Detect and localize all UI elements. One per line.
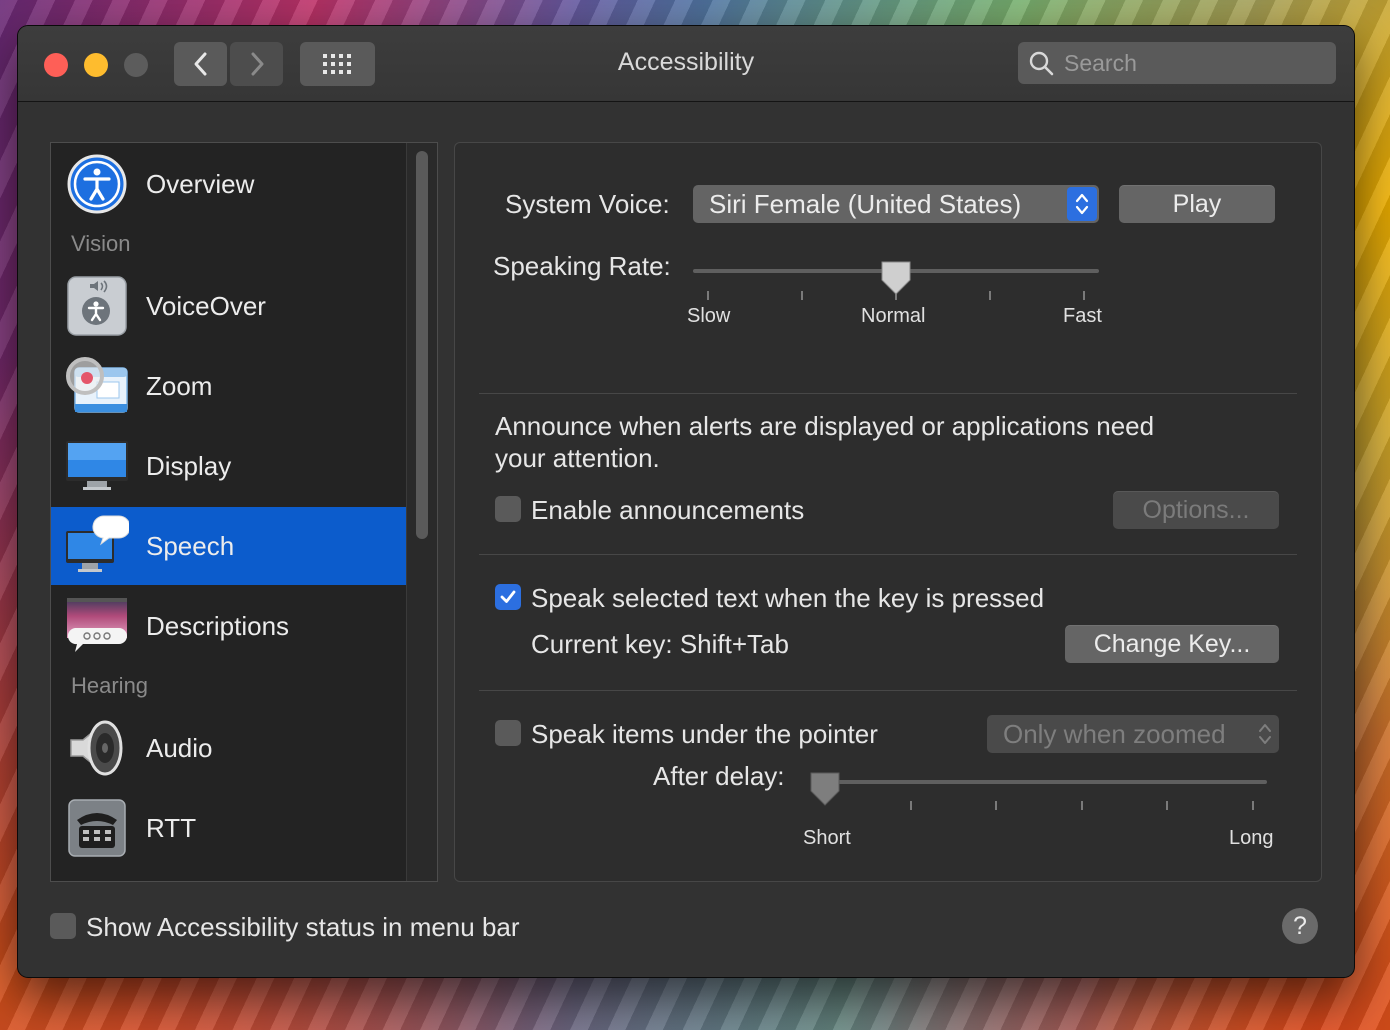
slider-tick	[1083, 291, 1085, 300]
slider-tick	[801, 291, 803, 300]
sidebar-item-descriptions[interactable]: Descriptions	[51, 587, 406, 665]
slider-tick	[707, 291, 709, 300]
pointer-mode-value: Only when zoomed	[1003, 718, 1226, 749]
sidebar-item-label: Zoom	[146, 370, 213, 401]
rate-slow-label: Slow	[687, 305, 731, 327]
search-icon	[1028, 50, 1054, 76]
speaking-rate-label: Speaking Rate:	[493, 251, 671, 281]
sidebar-item-display[interactable]: Display	[51, 427, 406, 505]
divider	[479, 393, 1297, 394]
play-button[interactable]: Play	[1119, 185, 1275, 223]
scrollbar-thumb[interactable]	[416, 151, 428, 539]
sidebar-item-label: Display	[146, 450, 232, 481]
speak-pointer-checkbox[interactable]	[495, 720, 521, 746]
sidebar-item-label: Descriptions	[146, 610, 290, 641]
voiceover-icon	[65, 274, 129, 338]
updown-arrows-icon	[1257, 721, 1273, 754]
speak-selected-text-checkbox[interactable]	[495, 584, 521, 610]
slider-knob[interactable]	[808, 770, 842, 813]
status-menu-checkbox[interactable]	[50, 913, 76, 939]
descriptions-icon	[65, 594, 129, 658]
change-key-button[interactable]: Change Key...	[1065, 625, 1279, 663]
system-voice-popup[interactable]: Siri Female (United States)	[693, 185, 1099, 223]
sidebar-item-voiceover[interactable]: VoiceOver	[51, 267, 406, 345]
sidebar-item-audio[interactable]: Audio	[51, 709, 406, 787]
announce-description-line2: your attention.	[495, 443, 660, 473]
slider-tick	[1166, 801, 1168, 810]
delay-long-label: Long	[1229, 827, 1274, 849]
slider-tick	[1081, 801, 1083, 810]
slider-tick	[995, 801, 997, 810]
rate-fast-label: Fast	[1063, 305, 1102, 327]
sidebar-item-label: Speech	[146, 530, 235, 561]
category-sidebar: Overview Vision VoiceOver Zoom Display S…	[50, 142, 438, 882]
enable-announcements-checkbox[interactable]	[495, 496, 521, 522]
updown-arrows-icon	[1067, 187, 1097, 221]
speak-pointer-label: Speak items under the pointer	[531, 719, 878, 749]
help-button[interactable]: ?	[1282, 908, 1318, 944]
divider	[479, 554, 1297, 555]
sidebar-item-zoom[interactable]: Zoom	[51, 347, 406, 425]
speak-selected-text-label: Speak selected text when the key is pres…	[531, 583, 1045, 613]
display-icon	[65, 434, 129, 498]
telephone-icon	[65, 796, 129, 860]
accessibility-icon	[65, 152, 129, 216]
status-menu-label: Show Accessibility status in menu bar	[86, 912, 520, 942]
divider	[479, 690, 1297, 691]
section-vision: Vision	[71, 231, 131, 256]
sidebar-item-overview[interactable]: Overview	[51, 145, 406, 223]
speaker-icon	[65, 716, 129, 780]
slider-tick	[910, 801, 912, 810]
search-input[interactable]	[1062, 48, 1326, 78]
delay-short-label: Short	[803, 827, 851, 849]
announce-description-line1: Announce when alerts are displayed or ap…	[495, 411, 1155, 441]
current-key-label: Current key: Shift+Tab	[531, 629, 789, 659]
sidebar-item-label: RTT	[146, 812, 197, 843]
sidebar-scrollbar[interactable]	[406, 143, 437, 881]
rate-normal-label: Normal	[861, 305, 926, 327]
section-hearing: Hearing	[71, 673, 149, 698]
slider-tick	[1252, 801, 1254, 810]
sidebar-item-label: Overview	[146, 168, 255, 199]
sidebar-item-rtt[interactable]: RTT	[51, 789, 406, 867]
slider-knob[interactable]	[879, 259, 913, 302]
sidebar-item-speech[interactable]: Speech	[51, 507, 406, 585]
options-button[interactable]: Options...	[1113, 491, 1279, 529]
enable-announcements-label: Enable announcements	[531, 495, 805, 525]
slider-track	[811, 780, 1267, 784]
system-voice-label: System Voice:	[505, 189, 670, 219]
sidebar-item-label: Audio	[146, 732, 213, 763]
zoom-icon	[65, 354, 129, 418]
speech-settings-panel: System Voice: Siri Female (United States…	[454, 142, 1322, 882]
after-delay-label: After delay:	[653, 761, 785, 791]
search-field[interactable]	[1018, 42, 1336, 84]
system-voice-value: Siri Female (United States)	[709, 188, 1022, 219]
slider-tick	[989, 291, 991, 300]
pointer-mode-popup[interactable]: Only when zoomed	[987, 715, 1279, 753]
title-bar: Accessibility	[18, 26, 1354, 102]
speech-icon	[65, 514, 131, 578]
preferences-window: Accessibility Overview Vision	[18, 26, 1354, 977]
sidebar-item-label: VoiceOver	[146, 290, 266, 321]
checkmark-icon	[500, 590, 516, 603]
